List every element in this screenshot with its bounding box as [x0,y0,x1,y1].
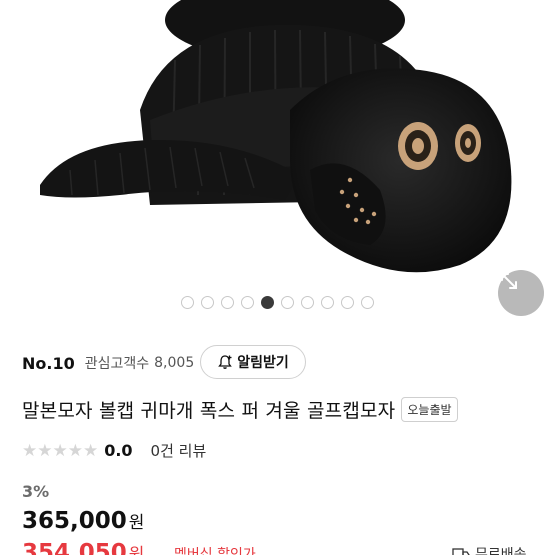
gallery-dot[interactable] [201,296,214,309]
rank-row: No.10 관심고객수 8,005 [22,348,194,378]
title-row: 말본모자 볼캡 귀마개 폭스 퍼 겨울 골프캡모자 오늘출발 [22,396,458,423]
member-price-label: 멤버십 할인가 [174,547,256,555]
alarm-button-label: 알림받기 [237,355,289,371]
review-count[interactable]: 0건 리뷰 [151,440,207,461]
gallery-dot[interactable] [361,296,374,309]
rank-label: No.10 [22,353,75,373]
product-image [40,0,512,273]
shipping-label: 무료배송 [475,547,527,555]
product-image-area[interactable] [0,0,555,330]
gallery-dot[interactable] [341,296,354,309]
gallery-dot[interactable] [261,296,274,309]
truck-icon [452,548,470,555]
discount-rate: 3% [22,482,50,501]
product-info: No.10 관심고객수 8,005 알림받기 말본모자 볼캡 귀마개 폭스 퍼 … [0,330,555,555]
rating-row[interactable]: ★★★★★ 0.0 0건 리뷰 [22,440,206,461]
favorites-label: 관심고객수 [84,356,150,372]
price-unit: 원 [128,513,145,533]
alarm-button[interactable]: 알림받기 [200,345,306,379]
price: 365,000 원 [22,508,144,534]
member-price-value: 354,050 [22,540,127,555]
member-price-unit: 원 [128,545,145,555]
bell-plus-icon [218,355,233,369]
today-shipping-badge: 오늘출발 [401,397,458,422]
gallery-dot[interactable] [241,296,254,309]
expand-icon [501,273,517,289]
price-value: 365,000 [22,508,127,534]
gallery-pager [0,296,555,312]
shipping-info: 무료배송 [452,544,527,555]
rating-score: 0.0 [104,441,133,460]
member-price: 354,050 원 [22,540,144,555]
gallery-dot[interactable] [281,296,294,309]
favorites-count: 8,005 [154,355,195,371]
gallery-dot[interactable] [221,296,234,309]
rating-stars: ★★★★★ [22,440,99,461]
gallery-dot[interactable] [181,296,194,309]
gallery-dot[interactable] [301,296,314,309]
gallery-dot[interactable] [321,296,334,309]
product-title: 말본모자 볼캡 귀마개 폭스 퍼 겨울 골프캡모자 [22,400,396,422]
